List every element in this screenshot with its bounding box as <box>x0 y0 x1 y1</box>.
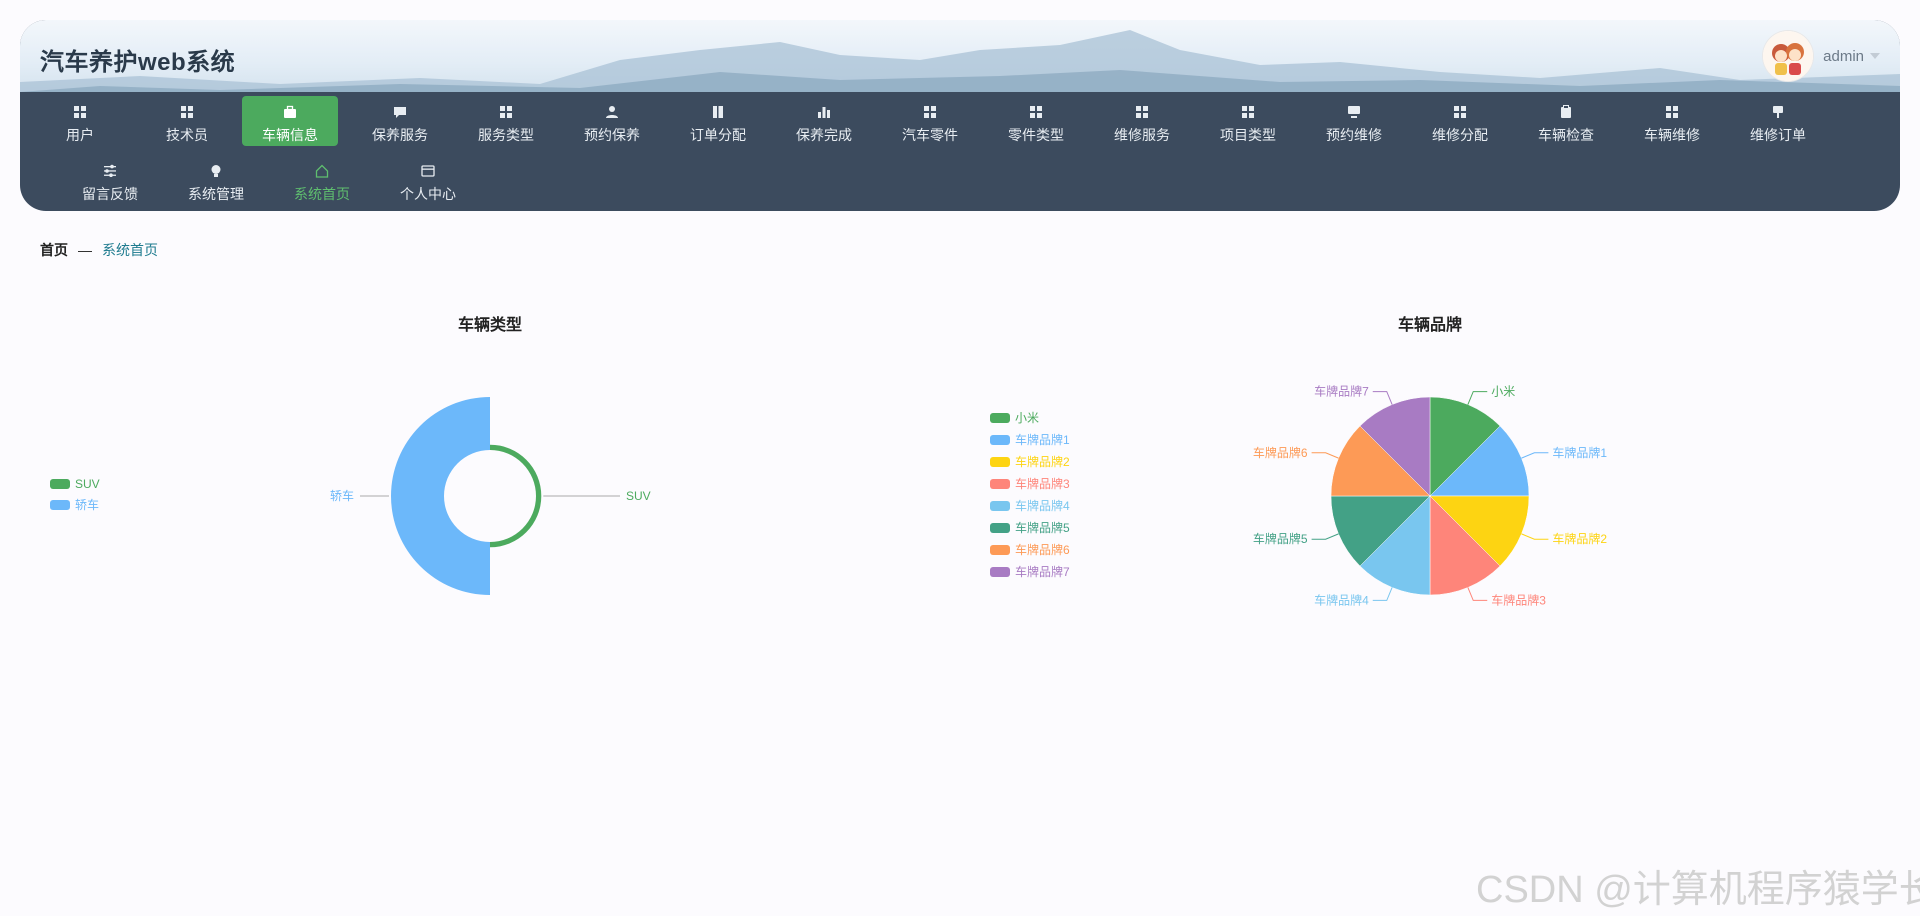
legend-label: 车牌品牌7 <box>1015 564 1070 579</box>
legend-label: 车牌品牌5 <box>1015 520 1070 535</box>
legend-label: 车牌品牌4 <box>1015 498 1070 513</box>
legend-label: 车牌品牌2 <box>1015 454 1070 469</box>
legend-label: 车牌品牌1 <box>1015 432 1070 447</box>
label-leader-line <box>1467 587 1488 601</box>
legend-label: 车牌品牌3 <box>1015 476 1070 491</box>
slice-label: SUV <box>626 489 651 503</box>
charts-area: 车辆类型 SUV 轿车 SUV 轿车 车辆品牌小米车牌品牌1 车牌品牌2 车牌品牌3 车牌品牌4… <box>50 315 1607 607</box>
legend-swatch <box>990 501 1010 511</box>
slice-label: 车牌品牌1 <box>1552 445 1607 460</box>
label-leader-line <box>1372 587 1393 601</box>
pie-slice <box>391 397 490 595</box>
legend-label: 轿车 <box>75 497 99 512</box>
legend-swatch <box>50 500 70 510</box>
pie-slice <box>490 444 542 548</box>
slice-label: 车牌品牌2 <box>1552 531 1607 546</box>
legend-swatch <box>990 545 1010 555</box>
legend-swatch <box>990 523 1010 533</box>
label-leader-line <box>1521 452 1549 459</box>
watermark: CSDN @计算机程序猿学长 <box>1476 869 1920 911</box>
legend-swatch <box>990 567 1010 577</box>
label-leader-line <box>1372 391 1393 405</box>
chart-title: 车辆类型 <box>458 315 522 334</box>
legend-swatch <box>990 479 1010 489</box>
legend-label: 小米 <box>1015 411 1039 425</box>
slice-label: 车牌品牌3 <box>1491 592 1546 607</box>
slice-label: 车牌品牌4 <box>1314 592 1369 607</box>
slice-label: 轿车 <box>330 488 354 503</box>
slice-label: 车牌品牌6 <box>1253 445 1308 460</box>
label-leader-line <box>1521 533 1549 540</box>
legend-swatch <box>50 479 70 489</box>
legend-swatch <box>990 413 1010 423</box>
legend-label: 车牌品牌6 <box>1015 542 1070 557</box>
label-leader-line <box>1467 391 1488 405</box>
slice-label: 车牌品牌7 <box>1314 384 1369 399</box>
legend-swatch <box>990 435 1010 445</box>
legend-swatch <box>990 457 1010 467</box>
slice-label: 车牌品牌5 <box>1253 531 1308 546</box>
legend-label: SUV <box>75 477 100 491</box>
label-leader-line <box>1311 533 1339 540</box>
chart-title: 车辆品牌 <box>1398 315 1462 334</box>
label-leader-line <box>1311 452 1339 459</box>
slice-label: 小米 <box>1491 385 1515 399</box>
